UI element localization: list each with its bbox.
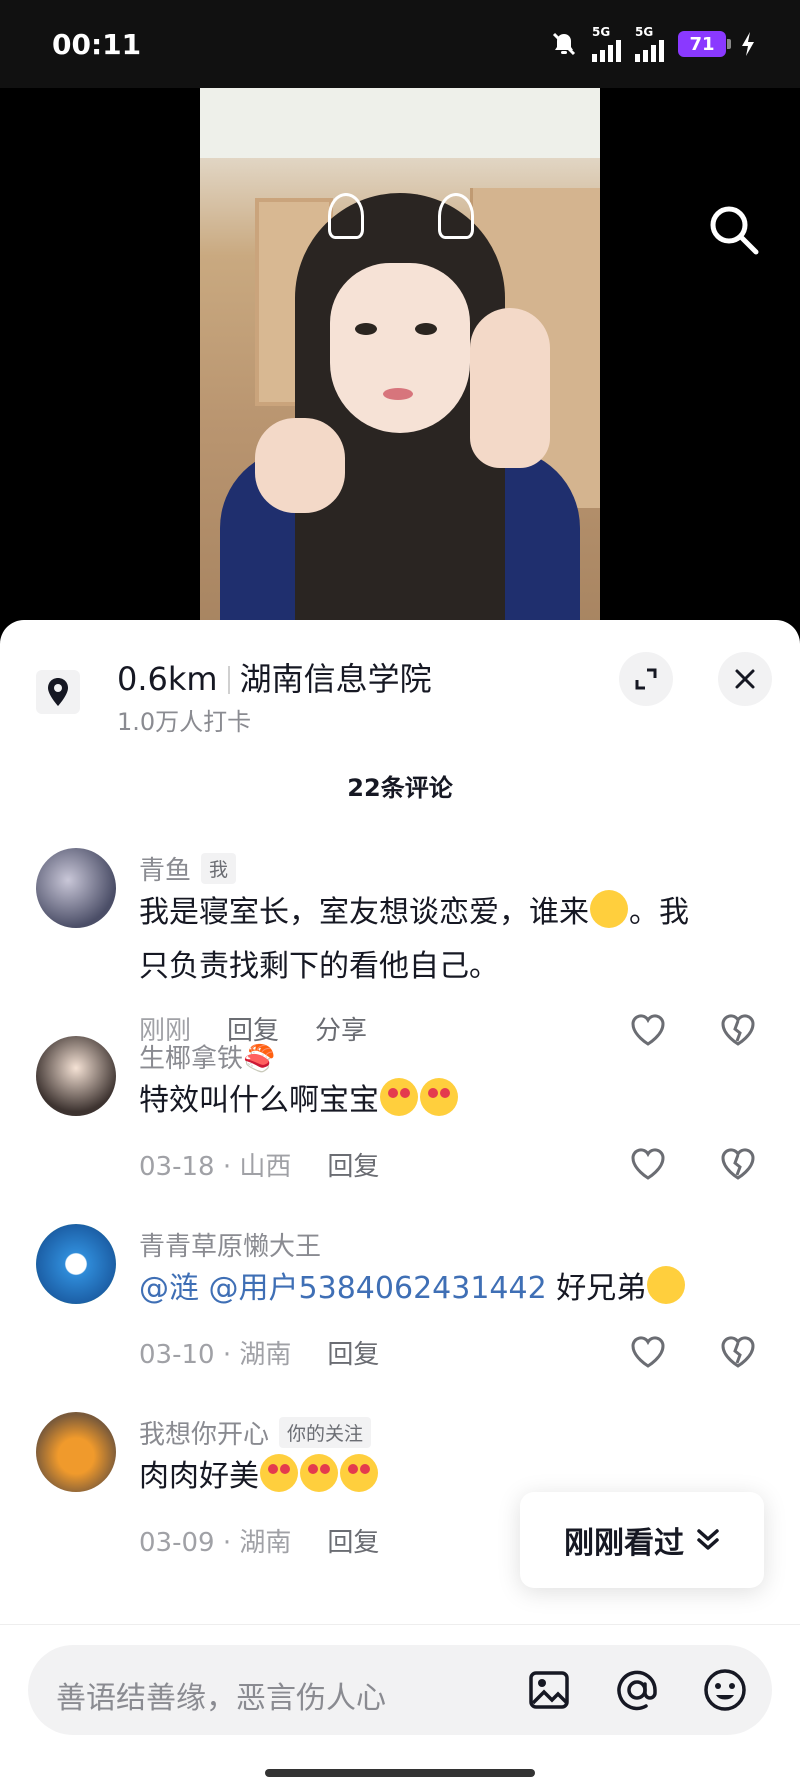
heart-icon[interactable] — [628, 1144, 668, 1184]
expand-button[interactable] — [619, 652, 673, 706]
status-time: 00:11 — [52, 28, 142, 61]
heart-eyes-emoji-icon — [420, 1078, 458, 1116]
location-place: 湖南信息学院 — [239, 660, 432, 698]
video-frame[interactable] — [200, 88, 600, 648]
video-player[interactable] — [0, 88, 800, 648]
mention-link[interactable]: @涟 — [139, 1271, 199, 1306]
recently-viewed-button[interactable]: 刚刚看过 — [520, 1492, 764, 1588]
home-indicator[interactable] — [265, 1769, 535, 1777]
status-icons: 5G 5G 71 — [550, 26, 756, 62]
charging-icon — [742, 32, 754, 56]
comment-text: 特效叫什么啊宝宝 — [139, 1074, 749, 1128]
heart-eyes-emoji-icon — [340, 1454, 378, 1492]
broken-heart-icon[interactable] — [718, 1010, 758, 1050]
mention-link[interactable]: @用户5384062431442 — [209, 1271, 547, 1306]
location-title: 0.6km 湖南信息学院 — [117, 654, 432, 700]
avatar[interactable] — [36, 1412, 116, 1492]
location-pin-icon — [36, 670, 80, 714]
broken-heart-icon[interactable] — [718, 1332, 758, 1372]
location-checkins: 1.0万人打卡 — [117, 708, 252, 736]
expand-icon — [635, 668, 657, 690]
heart-eyes-emoji-icon — [380, 1078, 418, 1116]
image-icon[interactable] — [526, 1667, 572, 1713]
hugging-face-emoji-icon — [647, 1266, 686, 1304]
follow-tag: 你的关注 — [279, 1417, 372, 1448]
emoji-icon[interactable] — [702, 1667, 748, 1713]
comment-input-bar: 善语结善缘，恶言伤人心 — [0, 1624, 800, 1788]
share-button[interactable]: 分享 — [315, 1010, 367, 1047]
avatar[interactable] — [36, 1036, 116, 1116]
heart-eyes-emoji-icon — [300, 1454, 338, 1492]
heart-eyes-emoji-icon — [260, 1454, 298, 1492]
reply-button[interactable]: 回复 — [327, 1334, 379, 1371]
battery-indicator: 71 — [678, 31, 731, 57]
comment-author[interactable]: 生椰拿铁🍣 — [139, 1038, 275, 1075]
heart-icon[interactable] — [628, 1332, 668, 1372]
signal-2: 5G — [635, 26, 664, 62]
comment-time: 03-09 · 湖南 — [139, 1528, 292, 1558]
comment-input-placeholder: 善语结善缘，恶言伤人心 — [56, 1681, 386, 1716]
location-distance: 0.6km — [117, 660, 218, 698]
search-icon[interactable] — [704, 200, 764, 260]
comment-time: 03-10 · 湖南 — [139, 1340, 292, 1370]
comment-time: 03-18 · 山西 — [139, 1152, 292, 1182]
reply-button[interactable]: 回复 — [327, 1146, 379, 1183]
mute-icon — [552, 32, 576, 56]
comment-count: 22条评论 — [347, 774, 453, 802]
reply-button[interactable]: 回复 — [327, 1522, 379, 1559]
comment-sheet: 0.6km 湖南信息学院 1.0万人打卡 22条评论 青鱼 我 我是寝室长，室友想… — [0, 620, 800, 1788]
broken-heart-icon[interactable] — [718, 1144, 758, 1184]
avatar[interactable] — [36, 848, 116, 928]
double-chevron-down-icon — [697, 1529, 719, 1550]
comment-input[interactable]: 善语结善缘，恶言伤人心 — [28, 1645, 772, 1735]
comment-text: 我是寝室长，室友想谈恋爱，谁来 。我 只负责找剩下的看他自己。 — [139, 886, 749, 994]
comment-author[interactable]: 青青草原懒大王 — [139, 1226, 321, 1263]
comment-author[interactable]: 我想你开心 — [139, 1414, 269, 1451]
mention-icon[interactable] — [614, 1667, 660, 1713]
author-tag: 我 — [201, 853, 237, 884]
grinning-sweat-emoji-icon — [590, 890, 628, 928]
avatar[interactable] — [36, 1224, 116, 1304]
close-button[interactable] — [718, 652, 772, 706]
signal-1: 5G — [592, 26, 621, 62]
status-bar: 00:11 5G 5G 71 — [0, 0, 800, 88]
location-row[interactable]: 0.6km 湖南信息学院 1.0万人打卡 — [0, 620, 800, 740]
comment-author[interactable]: 青鱼 — [139, 850, 191, 887]
heart-icon[interactable] — [628, 1010, 668, 1050]
comment-text: @涟 @用户5384062431442 好兄弟 — [139, 1262, 749, 1316]
close-icon — [735, 669, 755, 689]
